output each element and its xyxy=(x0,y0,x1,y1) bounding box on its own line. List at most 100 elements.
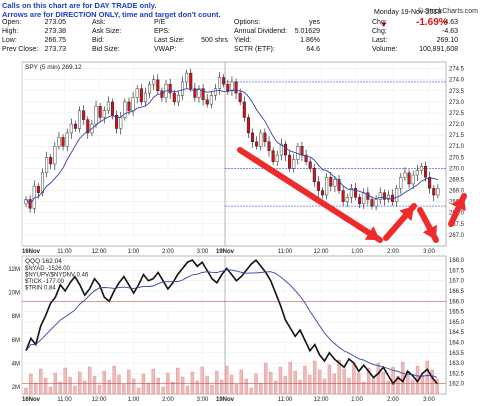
candle-body-51 xyxy=(234,81,238,94)
candle-body-70 xyxy=(312,168,316,182)
x-tick-0-10: 2:00 xyxy=(387,249,399,255)
y-tick-1-10: 167.0 xyxy=(449,279,465,285)
x-tick-1-6: 19Nov xyxy=(216,397,235,403)
volume-bar-61 xyxy=(322,378,327,395)
candle-body-19 xyxy=(102,110,106,118)
candle-body-31 xyxy=(152,79,156,85)
candle-body-40 xyxy=(189,72,193,89)
candle-body-32 xyxy=(156,79,160,92)
y-tick-0-9: 271.5 xyxy=(449,133,465,139)
candle-body-85 xyxy=(374,199,378,207)
y-tick-0-7: 270.5 xyxy=(449,155,465,161)
volume-bar-32 xyxy=(180,376,185,395)
x-tick-0-7: 11:00 xyxy=(278,249,293,255)
volume-bar-64 xyxy=(337,359,341,395)
candle-body-3 xyxy=(36,185,40,193)
x-tick-1-4: 2:00 xyxy=(162,397,174,403)
volume-bar-62 xyxy=(327,364,332,395)
candle-body-94 xyxy=(411,174,415,185)
candle-body-93 xyxy=(407,172,411,185)
candle-body-100 xyxy=(436,188,440,196)
volume-bar-72 xyxy=(376,362,381,395)
candle-body-18 xyxy=(98,106,102,118)
x-tick-1-8: 12:00 xyxy=(313,397,329,403)
y-tick-0-15: 274.5 xyxy=(449,67,465,73)
candle-body-92 xyxy=(403,172,407,178)
volume-bar-34 xyxy=(190,371,195,395)
candle-body-86 xyxy=(378,192,382,200)
candle-body-98 xyxy=(428,177,432,189)
volume-bar-46 xyxy=(249,387,253,395)
volume-bar-53 xyxy=(283,375,288,395)
y-tick-1-12: 168.0 xyxy=(449,258,465,264)
panel-title-1: QQQ 162.04 xyxy=(25,258,62,265)
y-tick-1-8: 166.0 xyxy=(449,299,465,305)
candle-body-87 xyxy=(382,192,386,200)
candle-body-75 xyxy=(333,179,337,187)
candle-body-73 xyxy=(325,177,329,196)
candle-body-49 xyxy=(226,83,230,92)
candle-body-4 xyxy=(40,172,44,193)
volume-bar-25 xyxy=(146,382,151,395)
x-tick-0-3: 1:00 xyxy=(128,249,140,255)
volume-bar-1 xyxy=(29,373,33,395)
candle-body-84 xyxy=(370,199,374,207)
volume-bar-13 xyxy=(87,366,92,395)
volume-bar-23 xyxy=(136,387,141,395)
candle-body-74 xyxy=(329,177,333,187)
candle-body-72 xyxy=(321,190,325,196)
volume-bar-66 xyxy=(347,377,351,395)
volume-bar-52 xyxy=(278,366,283,395)
x-tick-0-11: 3:00 xyxy=(423,249,435,255)
volume-bar-35 xyxy=(195,380,199,395)
candle-body-6 xyxy=(49,157,53,165)
candle-body-99 xyxy=(432,188,436,196)
volume-bar-17 xyxy=(107,379,111,395)
x-tick-1-3: 1:00 xyxy=(128,397,140,403)
candle-body-61 xyxy=(275,154,279,162)
candle-body-38 xyxy=(181,81,185,96)
candle-body-59 xyxy=(267,141,271,151)
volume-bar-22 xyxy=(132,378,136,395)
volume-bar-18 xyxy=(112,365,116,395)
volume-bar-59 xyxy=(313,360,317,395)
candle-body-54 xyxy=(246,117,250,134)
candle-body-10 xyxy=(65,132,69,147)
volume-bar-14 xyxy=(92,375,97,395)
volume-bar-0 xyxy=(24,387,28,395)
y-tick-1-1: 162.5 xyxy=(449,371,465,377)
volume-bar-55 xyxy=(293,370,297,395)
y-tick-0-0: 267.0 xyxy=(449,233,465,239)
candle-body-45 xyxy=(209,95,213,105)
volume-bar-79 xyxy=(410,379,415,395)
candle-body-60 xyxy=(271,150,275,162)
x-tick-0-4: 2:00 xyxy=(162,249,174,255)
y-tick-0-11: 272.5 xyxy=(449,111,465,117)
volume-bar-2 xyxy=(34,382,38,395)
y-tick-1-11: 167.5 xyxy=(449,268,465,274)
x-tick-1-11: 3:00 xyxy=(423,397,435,403)
candle-body-28 xyxy=(139,88,143,103)
y-tick-1-7: 165.5 xyxy=(449,310,465,316)
volume-bar-28 xyxy=(161,386,165,395)
x-tick-0-0: 16Nov xyxy=(22,249,41,255)
candle-body-26 xyxy=(131,97,135,111)
candle-body-90 xyxy=(395,188,399,202)
volume-bar-41 xyxy=(225,365,229,395)
volume-bar-56 xyxy=(298,379,302,395)
y-tick-0-13: 273.5 xyxy=(449,89,465,95)
x-tick-1-10: 2:00 xyxy=(387,397,399,403)
x-tick-1-1: 11:00 xyxy=(57,397,72,403)
x-tick-1-7: 11:00 xyxy=(278,397,293,403)
volume-bar-57 xyxy=(303,365,307,395)
candle-body-12 xyxy=(73,123,77,129)
x-tick-0-5: 3:00 xyxy=(197,249,209,255)
legend-entry-2: $TICK -177.00 xyxy=(25,279,65,285)
volume-bar-5 xyxy=(48,386,53,395)
candle-body-13 xyxy=(78,110,82,129)
candle-body-57 xyxy=(259,132,263,147)
candle-body-37 xyxy=(176,95,180,103)
volume-tick-5: 12M xyxy=(8,267,20,273)
candle-body-47 xyxy=(218,77,222,89)
x-tick-1-0: 16Nov xyxy=(22,397,41,403)
